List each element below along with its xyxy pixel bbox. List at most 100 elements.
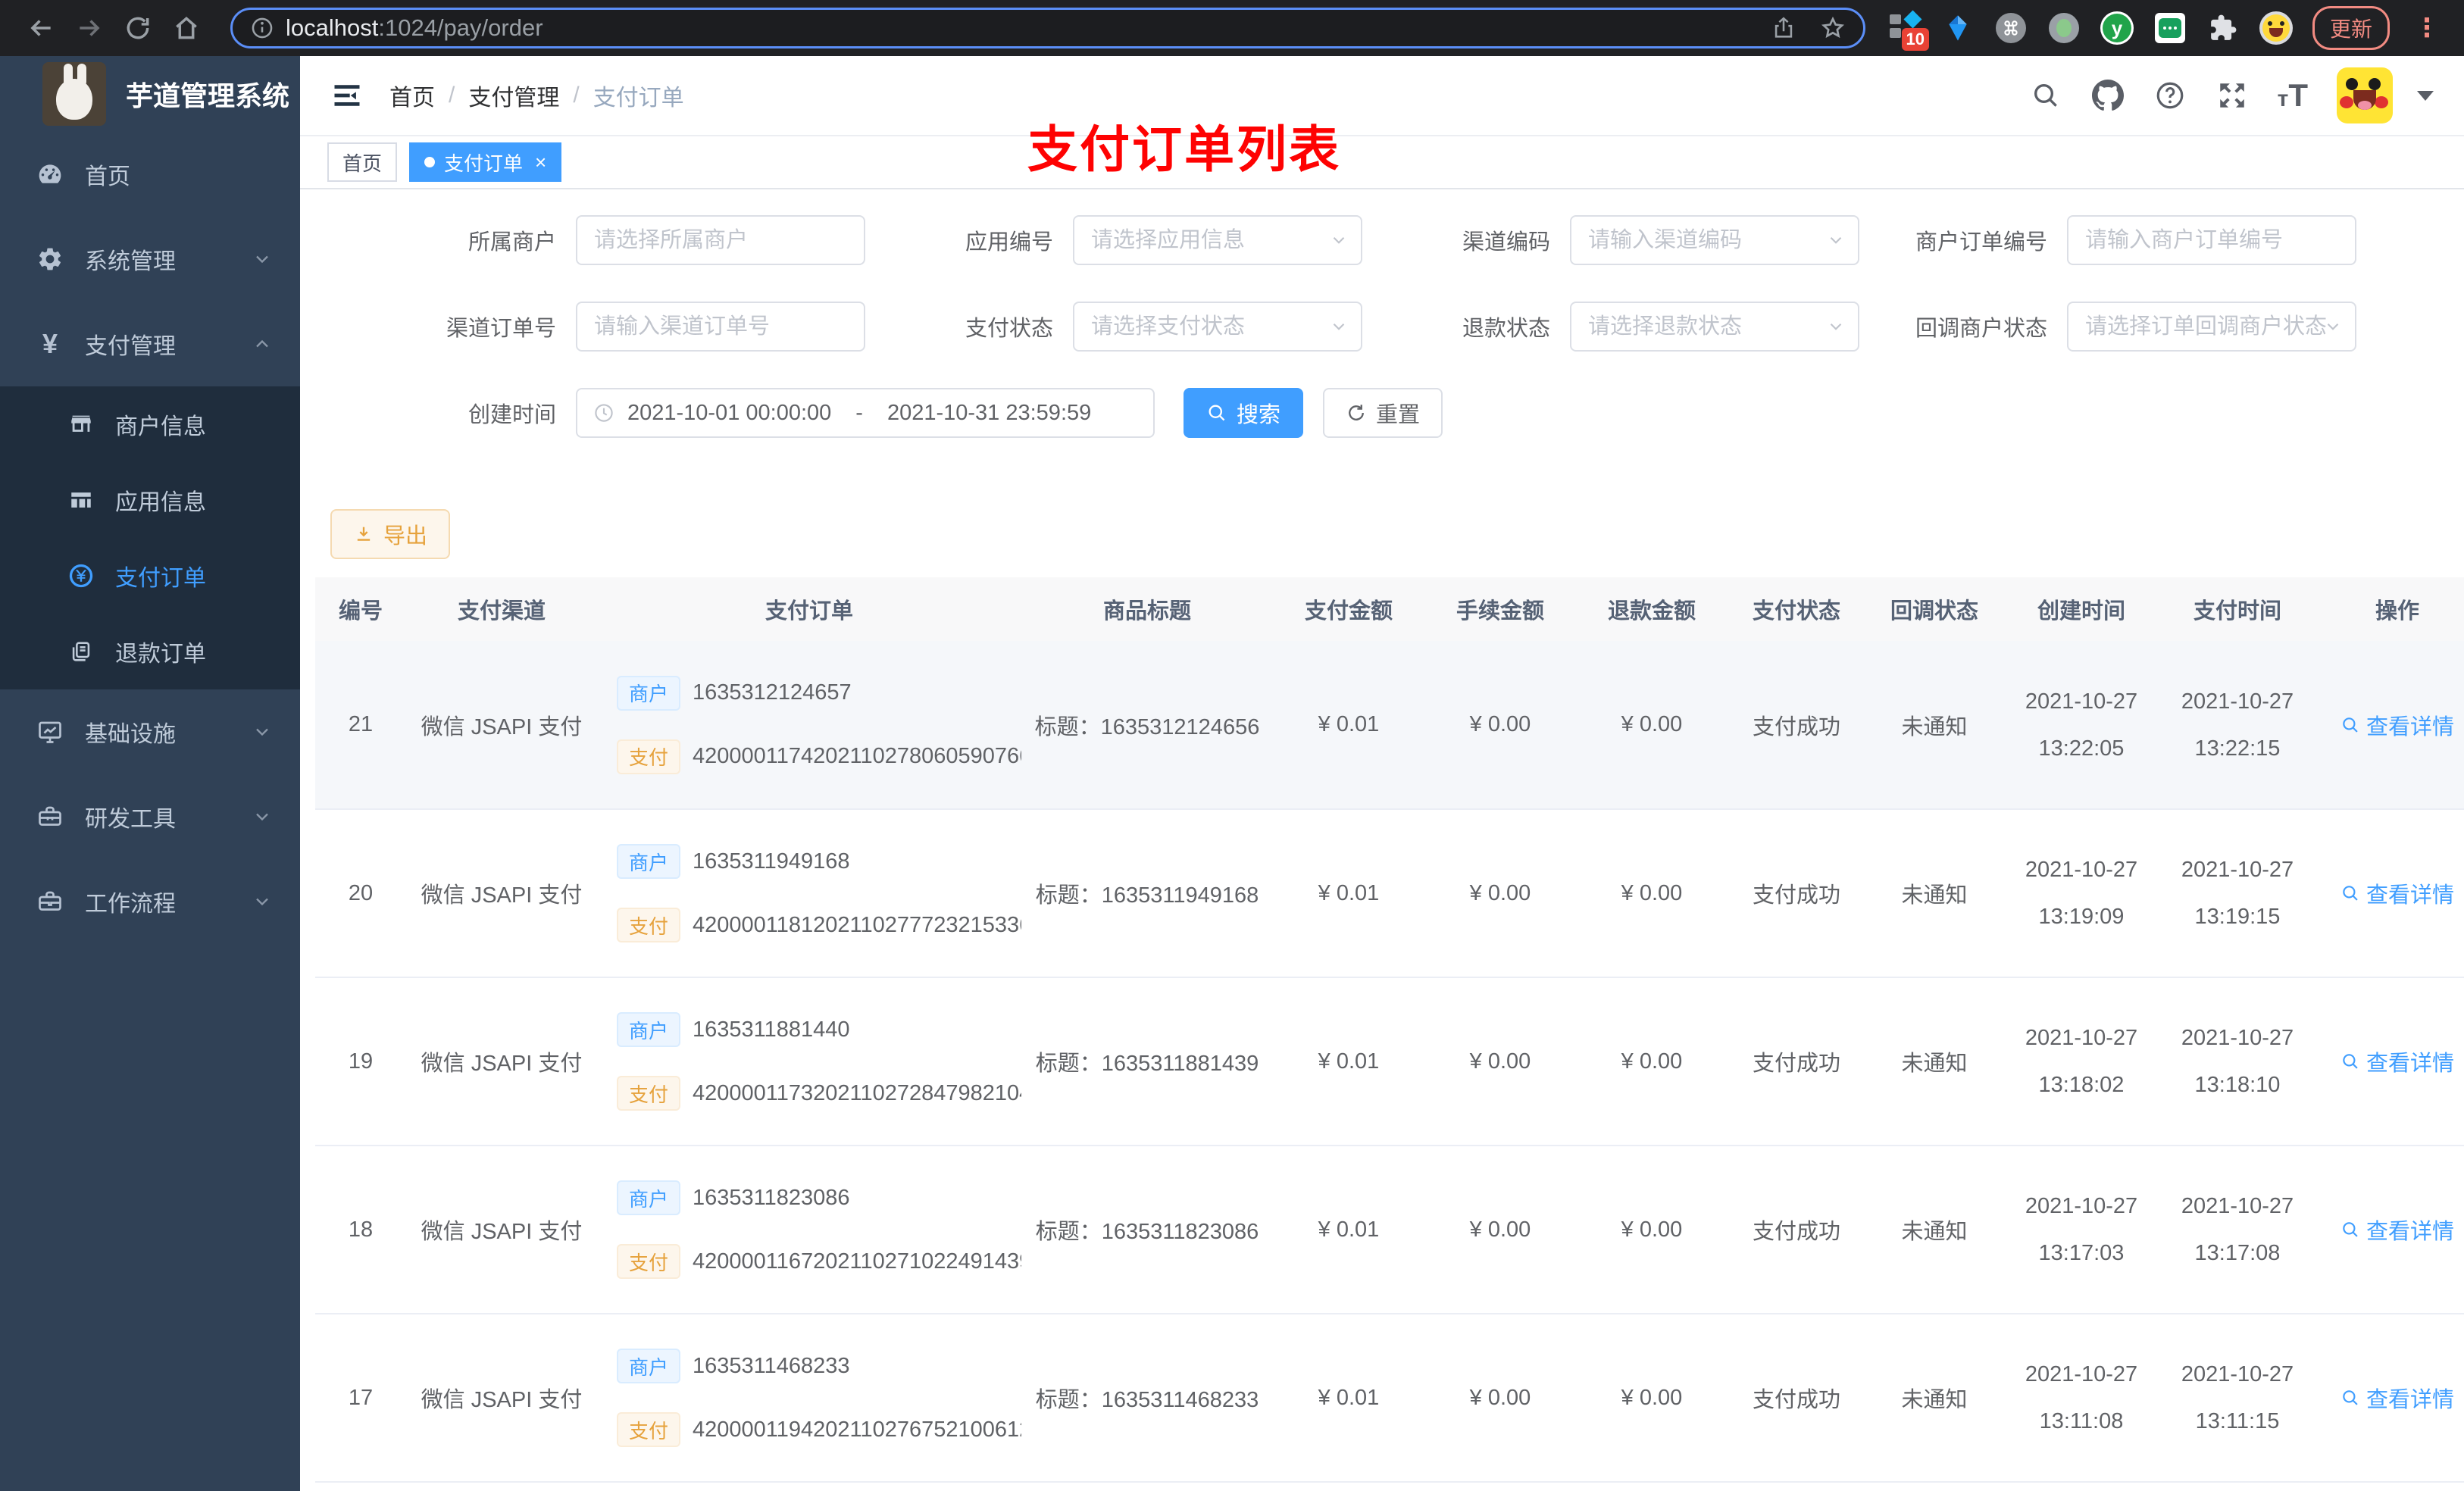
cell-channel: 微信 JSAPI 支付 (406, 1146, 597, 1314)
column-header-支付金额: 支付金额 (1273, 577, 1424, 641)
filter-select-field[interactable] (1073, 215, 1362, 265)
font-size-icon[interactable]: тT (2278, 77, 2308, 114)
sidebar-item-系统管理[interactable]: 系统管理 (0, 217, 300, 302)
extension-command-icon[interactable] (1994, 11, 2028, 45)
help-icon[interactable] (2153, 79, 2187, 112)
pay-tag: 支付 (617, 1076, 681, 1111)
cell-title: 标题：1635311468233 (1021, 1314, 1273, 1483)
share-icon[interactable] (1771, 15, 1796, 41)
date-end[interactable]: 2021-10-31 23:59:59 (887, 401, 1091, 426)
view-detail-link[interactable]: 查看详情 (2340, 1214, 2454, 1246)
user-avatar[interactable] (2337, 67, 2393, 123)
cell-amount: ¥ 0.01 (1273, 809, 1424, 978)
filter-label: 退款状态 (1462, 317, 1550, 341)
time-line: 13:22:05 (2038, 736, 2125, 761)
extension-y-icon[interactable]: y (2100, 11, 2134, 45)
sidebar-item-label: 工作流程 (85, 892, 176, 917)
sidebar-subitem-label: 商户信息 (115, 414, 206, 439)
browser-back-icon[interactable] (20, 7, 62, 49)
site-info-icon[interactable] (249, 15, 275, 41)
time-line: 13:11:08 (2039, 1409, 2124, 1433)
filter-select-field[interactable] (2067, 302, 2356, 352)
cell-id: 19 (315, 977, 406, 1146)
tab-支付订单[interactable]: 支付订单 × (409, 142, 562, 182)
cell-title: 标题：1635312124656 (1021, 641, 1273, 810)
tab-close-icon[interactable]: × (535, 151, 546, 174)
filter-input-field[interactable] (576, 215, 865, 265)
cell-order-numbers: 商户 1635311881440 支付 42000011732021102728479… (597, 977, 1021, 1146)
date-line: 2021-10-27 (2181, 1194, 2294, 1218)
search-button[interactable]: 搜索 (1184, 388, 1304, 438)
breadcrumb-home[interactable]: 首页 (389, 79, 435, 112)
view-detail-link[interactable]: 查看详情 (2340, 877, 2454, 909)
sidebar-subitem-退款订单[interactable]: 退款订单 (0, 614, 300, 689)
view-detail-link[interactable]: 查看详情 (2340, 1046, 2454, 1077)
sidebar-subitem-商户信息[interactable]: 商户信息 (0, 386, 300, 462)
filter-select-field[interactable] (1073, 302, 1362, 352)
cell-action: 查看详情 (2315, 1314, 2464, 1483)
avatar-caret-icon[interactable] (2417, 90, 2434, 101)
sidebar-item-支付管理[interactable]: ¥ 支付管理 (0, 302, 300, 386)
extension-record-icon[interactable] (2047, 11, 2081, 45)
cell-id (315, 1482, 406, 1491)
cell-action: 查看详情 (2315, 641, 2464, 810)
table-body: 21 微信 JSAPI 支付 商户 1635312124657 支付 4200001174… (315, 641, 2464, 1491)
sidebar-subitem-支付订单[interactable]: 支付订单 (0, 538, 300, 614)
search-icon[interactable] (2029, 79, 2062, 112)
column-header-回调状态: 回调状态 (1865, 577, 2003, 641)
fullscreen-icon[interactable] (2215, 79, 2249, 112)
extension-gem-icon[interactable] (1941, 11, 1975, 45)
cell-amount: ¥ 0.01 (1273, 1146, 1424, 1314)
filter-input-field[interactable] (576, 302, 865, 352)
export-button[interactable]: 导出 (330, 509, 451, 559)
reset-button[interactable]: 重置 (1323, 388, 1443, 438)
extension-tabs-icon[interactable]: 10 (1888, 10, 1929, 51)
filter-label: 支付状态 (965, 317, 1053, 341)
breadcrumb-pay-manage[interactable]: 支付管理 (468, 79, 559, 112)
pay-tag: 支付 (617, 908, 681, 942)
filter-label: 所属商户 (467, 230, 556, 255)
view-detail-label: 查看详情 (2366, 714, 2454, 739)
browser-reload-icon[interactable] (117, 7, 159, 49)
date-start[interactable]: 2021-10-01 00:00:00 (627, 401, 831, 426)
github-icon[interactable] (2091, 79, 2125, 112)
sidebar-item-首页[interactable]: 首页 (0, 132, 300, 217)
sidebar-collapse-icon[interactable] (330, 79, 364, 112)
address-bar[interactable]: localhost:1024/pay/order (230, 8, 1865, 48)
filter-select-field[interactable] (1570, 215, 1859, 265)
view-detail-label: 查看详情 (2366, 1388, 2454, 1412)
browser-forward-icon[interactable] (68, 7, 111, 49)
app-logo-row[interactable]: 芋道管理系统 (0, 56, 300, 132)
sidebar-item-基础设施[interactable]: 基础设施 (0, 689, 300, 774)
cell-paid-time: 2021-10-27 13:22:15 (2159, 641, 2315, 810)
filter-select-field[interactable] (1570, 302, 1859, 352)
browser-menu-icon[interactable]: ⋮ (2414, 13, 2440, 43)
yen-circle-icon (67, 561, 95, 590)
cell-status: 支付成功 (1728, 1146, 1865, 1314)
view-detail-link[interactable]: 查看详情 (2340, 709, 2454, 741)
pay-tag: 支付 (617, 1244, 681, 1279)
extension-puzzle-icon[interactable] (2206, 11, 2240, 45)
tab-首页[interactable]: 首页 (327, 142, 398, 182)
pay-order-line: 支付 4200001174202110278060590766 (617, 739, 1021, 774)
cell-paid-time: 2021-10-27 13:11:15 (2159, 1314, 2315, 1483)
date-line: 2021-10-27 (2181, 1026, 2294, 1050)
sidebar-subitem-应用信息[interactable]: 应用信息 (0, 462, 300, 538)
date-range-input[interactable]: 2021-10-01 00:00:00 - 2021-10-31 23:59:5… (576, 388, 1155, 438)
sidebar-item-研发工具[interactable]: 研发工具 (0, 774, 300, 859)
column-header-支付渠道: 支付渠道 (406, 577, 597, 641)
filter-input-field[interactable] (2067, 215, 2356, 265)
filter-field-所属商户: 所属商户 (386, 215, 883, 265)
browser-update-button[interactable]: 更新 (2312, 6, 2390, 50)
briefcase-icon (35, 886, 65, 917)
extension-emoji-icon[interactable] (2259, 11, 2293, 45)
chevron-down-icon (1329, 317, 1349, 336)
extension-chat-icon[interactable] (2153, 11, 2187, 45)
view-detail-link[interactable]: 查看详情 (2340, 1382, 2454, 1414)
sidebar-item-工作流程[interactable]: 工作流程 (0, 859, 300, 944)
sidebar: 芋道管理系统 首页 系统管理 ¥ 支付管理商户信息应用信息 支付订单 退款订单 基础设施 研发… (0, 56, 300, 1491)
browser-home-icon[interactable] (165, 7, 208, 49)
sidebar-submenu: 商户信息应用信息 支付订单 退款订单 (0, 386, 300, 689)
bookmark-star-icon[interactable] (1819, 14, 1846, 42)
merchant-order-no: 1635311823086 (693, 1185, 850, 1210)
